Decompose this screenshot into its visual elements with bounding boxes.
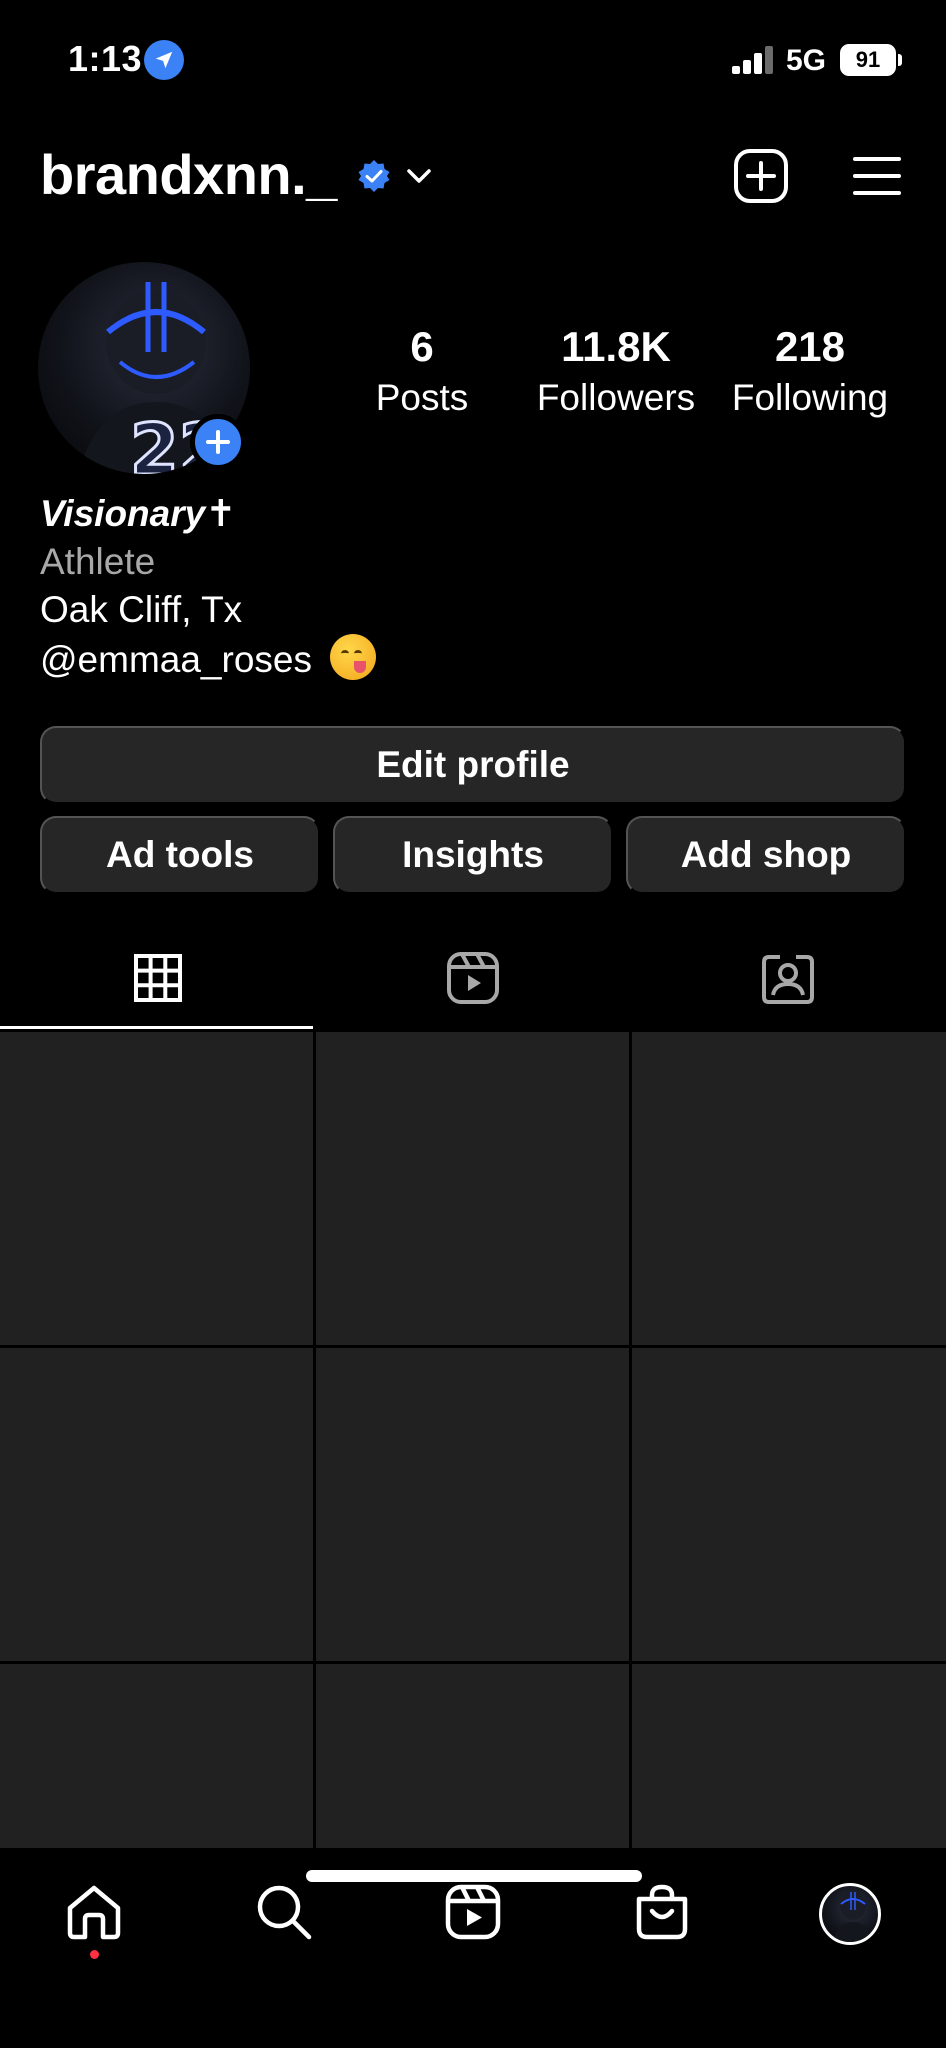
- verified-badge-icon: [356, 158, 392, 194]
- posts-count: 6: [410, 323, 434, 370]
- yum-emoji-icon: [330, 634, 377, 680]
- shop-icon: [634, 1883, 690, 1946]
- tagged-icon: [761, 951, 815, 1010]
- insights-button[interactable]: Insights: [333, 816, 613, 894]
- tab-reels[interactable]: [315, 930, 630, 1030]
- grid-icon: [133, 953, 183, 1008]
- ad-tools-button[interactable]: Ad tools: [40, 816, 320, 894]
- following-label: Following: [731, 377, 889, 418]
- grid-post[interactable]: [632, 1032, 946, 1345]
- posts-stat[interactable]: 6 Posts: [360, 320, 484, 422]
- grid-post[interactable]: [632, 1348, 946, 1661]
- reels-icon: [445, 1884, 501, 1945]
- location-arrow-icon: [144, 40, 184, 80]
- followers-count: 11.8K: [561, 323, 671, 370]
- following-count: 218: [774, 323, 846, 370]
- posts-grid: [0, 1032, 946, 1977]
- notification-dot: [90, 1950, 99, 1959]
- nav-search[interactable]: [246, 1876, 322, 1952]
- posts-label: Posts: [375, 377, 469, 418]
- tab-tagged[interactable]: [630, 930, 945, 1030]
- bio-location: Oak Cliff, Tx: [40, 589, 243, 630]
- reels-icon: [446, 951, 500, 1010]
- profile-screen: 1:13 5G 91 brandxnn._ 22 6 Posts 11.8K F…: [0, 0, 946, 2048]
- profile-header: brandxnn._: [0, 130, 946, 220]
- nav-reels[interactable]: [435, 1876, 511, 1952]
- grid-post[interactable]: [316, 1032, 629, 1345]
- battery-tip: [898, 54, 902, 66]
- nav-home[interactable]: [56, 1876, 132, 1952]
- profile-avatar[interactable]: 22: [38, 262, 250, 474]
- search-icon: [255, 1883, 313, 1946]
- grid-post[interactable]: [0, 1032, 313, 1345]
- home-icon: [65, 1883, 123, 1946]
- profile-category: Athlete: [40, 541, 156, 582]
- profile-bio: Visionary✝ Athlete Oak Cliff, Tx @emmaa_…: [40, 490, 377, 684]
- followers-label: Followers: [536, 377, 696, 418]
- bio-mention-link[interactable]: @emmaa_roses: [40, 639, 312, 680]
- edit-profile-button[interactable]: Edit profile: [40, 726, 906, 804]
- display-name: Visionary✝: [40, 493, 237, 534]
- active-tab-indicator: [0, 1026, 313, 1029]
- status-time: 1:13: [68, 38, 143, 79]
- add-shop-button[interactable]: Add shop: [626, 816, 906, 894]
- chevron-down-icon[interactable]: [404, 164, 434, 188]
- status-bar: 1:13 5G 91: [0, 0, 946, 120]
- nav-profile[interactable]: [812, 1876, 888, 1952]
- followers-stat[interactable]: 11.8K Followers: [526, 320, 706, 422]
- grid-post[interactable]: [0, 1348, 313, 1661]
- username-switcher[interactable]: brandxnn._: [40, 142, 337, 207]
- bio-mention-line: @emmaa_roses: [40, 634, 377, 684]
- home-indicator: [306, 1870, 642, 1882]
- network-type: 5G: [786, 44, 827, 77]
- add-story-button[interactable]: [190, 414, 246, 470]
- tab-posts-grid[interactable]: [0, 930, 315, 1030]
- profile-avatar-thumbnail: [819, 1883, 881, 1945]
- nav-shop[interactable]: [624, 1876, 700, 1952]
- following-stat[interactable]: 218 Following: [722, 320, 898, 422]
- grid-post[interactable]: [316, 1348, 629, 1661]
- menu-icon[interactable]: [852, 154, 902, 198]
- battery-level: 91: [855, 47, 881, 72]
- signal-icon: [732, 46, 776, 74]
- create-post-icon[interactable]: [733, 148, 789, 204]
- battery-icon: 91: [840, 44, 896, 76]
